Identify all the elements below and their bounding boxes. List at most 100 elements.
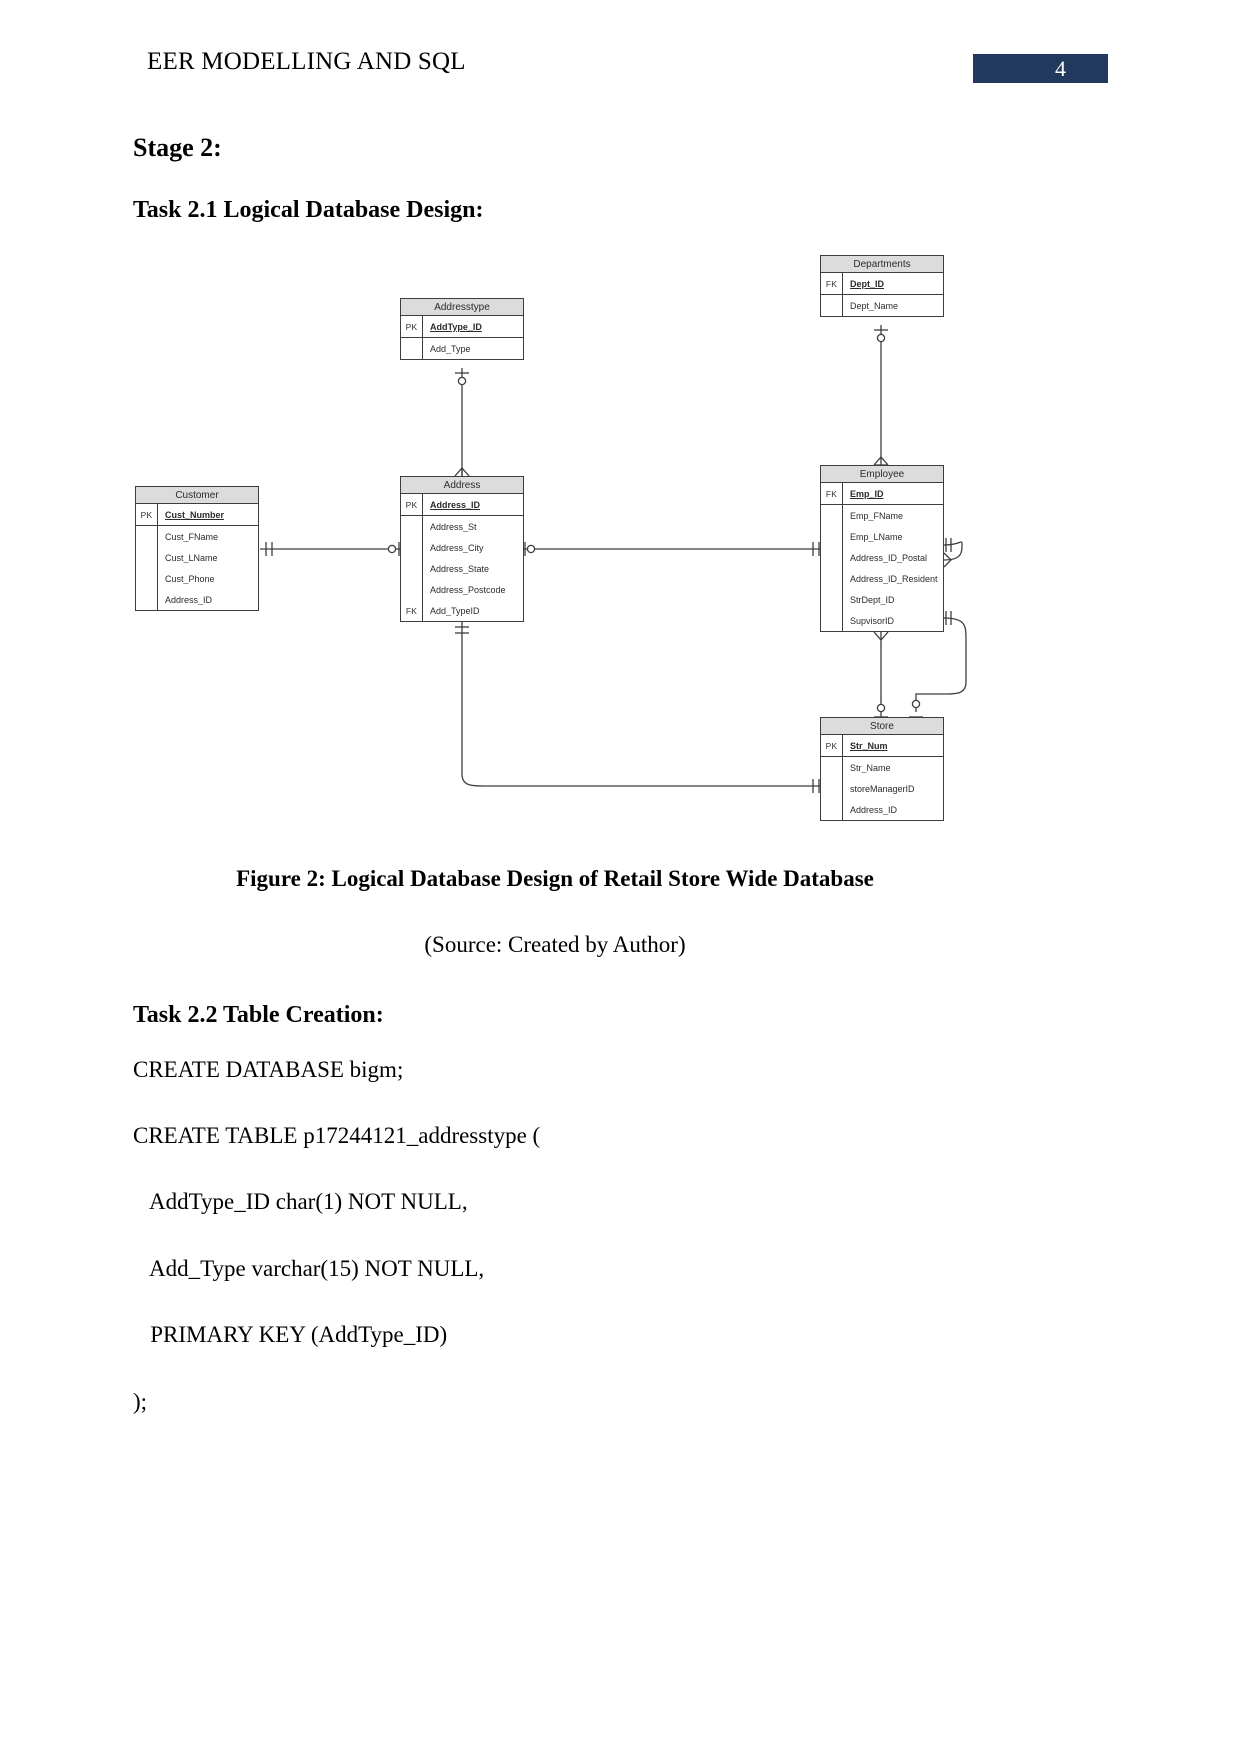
entity-departments: Departments FK Dept_ID Dept_Name	[820, 255, 944, 317]
entity-attribute-row: FK Add_TypeID	[401, 600, 523, 621]
attribute-key-label	[401, 558, 423, 579]
sql-line-5: PRIMARY KEY (AddType_ID)	[133, 1322, 448, 1347]
attribute-name: storeManagerID	[850, 783, 915, 794]
entity-attribute-section: Address_St Address_City Address_State Ad…	[401, 516, 523, 621]
page-number-badge: 4	[973, 54, 1108, 83]
entity-attribute-row: Address_ID_Postal	[821, 547, 943, 568]
entity-key-section: PK AddType_ID	[401, 316, 523, 338]
entity-attribute-row: Address_ID_Resident	[821, 568, 943, 589]
attribute-key-label: FK	[821, 483, 843, 504]
entity-attribute-row: Address_ID	[136, 589, 258, 610]
entity-attribute-row: Str_Name	[821, 757, 943, 778]
attribute-name: Emp_FName	[850, 510, 904, 521]
attribute-key-label	[136, 547, 158, 568]
entity-title: Addresstype	[401, 299, 523, 316]
entity-attribute-section: Emp_FName Emp_LName Address_ID_Postal Ad…	[821, 505, 943, 631]
attribute-name: Address_ID	[850, 804, 898, 815]
entity-attribute-row: Add_Type	[401, 338, 523, 359]
attribute-key-label	[821, 295, 843, 316]
entity-title: Customer	[136, 487, 258, 504]
sql-line-6: );	[133, 1389, 148, 1414]
attribute-name: Address_State	[430, 563, 490, 574]
entity-title: Store	[821, 718, 943, 735]
running-header-title: EER MODELLING AND SQL	[147, 48, 466, 75]
entity-attribute-section: Str_Name storeManagerID Address_ID	[821, 757, 943, 820]
entity-attribute-row: storeManagerID	[821, 778, 943, 799]
entity-employee: Employee FK Emp_ID Emp_FName Emp_LName A…	[820, 465, 944, 632]
attribute-name: Emp_ID	[850, 488, 884, 499]
attribute-name: Add_TypeID	[430, 605, 480, 616]
attribute-name: AddType_ID	[430, 321, 482, 332]
attribute-key-label	[136, 526, 158, 547]
entity-attribute-row: PK Address_ID	[401, 494, 523, 515]
figure-source: (Source: Created by Author)	[424, 932, 686, 957]
entity-key-section: PK Cust_Number	[136, 504, 258, 526]
sql-line-1: CREATE DATABASE bigm;	[133, 1057, 404, 1082]
attribute-key-label	[136, 589, 158, 610]
entity-attribute-row: Cust_LName	[136, 547, 258, 568]
entity-customer: Customer PK Cust_Number Cust_FName Cust_…	[135, 486, 259, 611]
attribute-key-label	[821, 547, 843, 568]
attribute-name: StrDept_ID	[850, 594, 895, 605]
entity-attribute-row: Dept_Name	[821, 295, 943, 316]
attribute-key-label	[821, 757, 843, 778]
heading-stage-2: Stage 2:	[133, 133, 222, 162]
sql-line-2: CREATE TABLE p17244121_addresstype (	[133, 1123, 541, 1148]
entity-attribute-row: Emp_LName	[821, 526, 943, 547]
entity-attribute-row: FK Dept_ID	[821, 273, 943, 294]
entity-attribute-section: Cust_FName Cust_LName Cust_Phone Address…	[136, 526, 258, 610]
entity-addresstype: Addresstype PK AddType_ID Add_Type	[400, 298, 524, 360]
attribute-name: Address_ID_Resident	[850, 573, 938, 584]
entity-attribute-row: Address_ID	[821, 799, 943, 820]
entity-address: Address PK Address_ID Address_St Address…	[400, 476, 524, 622]
attribute-key-label	[401, 579, 423, 600]
entity-attribute-section: Dept_Name	[821, 295, 943, 316]
entity-attribute-row: StrDept_ID	[821, 589, 943, 610]
attribute-key-label	[401, 537, 423, 558]
document-page: EER MODELLING AND SQL 4 Stage 2: Task 2.…	[0, 0, 1241, 1754]
figure-caption: Figure 2: Logical Database Design of Ret…	[236, 866, 874, 891]
attribute-name: Address_ID	[430, 499, 481, 510]
attribute-key-label: PK	[136, 504, 158, 525]
entity-title: Departments	[821, 256, 943, 273]
entity-key-section: PK Str_Num	[821, 735, 943, 757]
heading-task-2-1: Task 2.1 Logical Database Design:	[133, 197, 484, 223]
attribute-key-label	[821, 505, 843, 526]
entity-key-section: FK Dept_ID	[821, 273, 943, 295]
entity-attribute-row: Emp_FName	[821, 505, 943, 526]
entity-attribute-row: Address_St	[401, 516, 523, 537]
attribute-name: Cust_Phone	[165, 573, 215, 584]
attribute-key-label	[821, 589, 843, 610]
entity-attribute-row: Cust_FName	[136, 526, 258, 547]
attribute-name: Str_Name	[850, 762, 891, 773]
attribute-name: Address_Postcode	[430, 584, 506, 595]
entity-attribute-row: PK Str_Num	[821, 735, 943, 756]
attribute-key-label	[401, 338, 423, 359]
attribute-key-label	[401, 516, 423, 537]
sql-line-4: Add_Type varchar(15) NOT NULL,	[133, 1256, 485, 1281]
attribute-key-label	[821, 526, 843, 547]
attribute-key-label	[821, 799, 843, 820]
attribute-name: Emp_LName	[850, 531, 903, 542]
relation-employee-supervisor	[943, 541, 963, 561]
entity-attribute-row: Cust_Phone	[136, 568, 258, 589]
attribute-name: Address_St	[430, 521, 477, 532]
attribute-name: Cust_LName	[165, 552, 218, 563]
entity-attribute-row: PK AddType_ID	[401, 316, 523, 337]
attribute-key-label	[821, 610, 843, 631]
entity-title: Address	[401, 477, 523, 494]
entity-store: Store PK Str_Num Str_Name storeManagerID…	[820, 717, 944, 821]
entity-title: Employee	[821, 466, 943, 483]
attribute-name: Address_City	[430, 542, 484, 553]
entity-attribute-row: Address_City	[401, 537, 523, 558]
sql-line-3: AddType_ID char(1) NOT NULL,	[133, 1189, 468, 1214]
relation-address-store	[461, 622, 820, 787]
attribute-name: Add_Type	[430, 343, 471, 354]
attribute-key-label: PK	[401, 316, 423, 337]
entity-attribute-row: PK Cust_Number	[136, 504, 258, 525]
attribute-key-label: FK	[821, 273, 843, 294]
attribute-key-label: PK	[821, 735, 843, 756]
attribute-name: Dept_ID	[850, 278, 885, 289]
relation-employee-store-2	[915, 617, 967, 712]
attribute-key-label: PK	[401, 494, 423, 515]
